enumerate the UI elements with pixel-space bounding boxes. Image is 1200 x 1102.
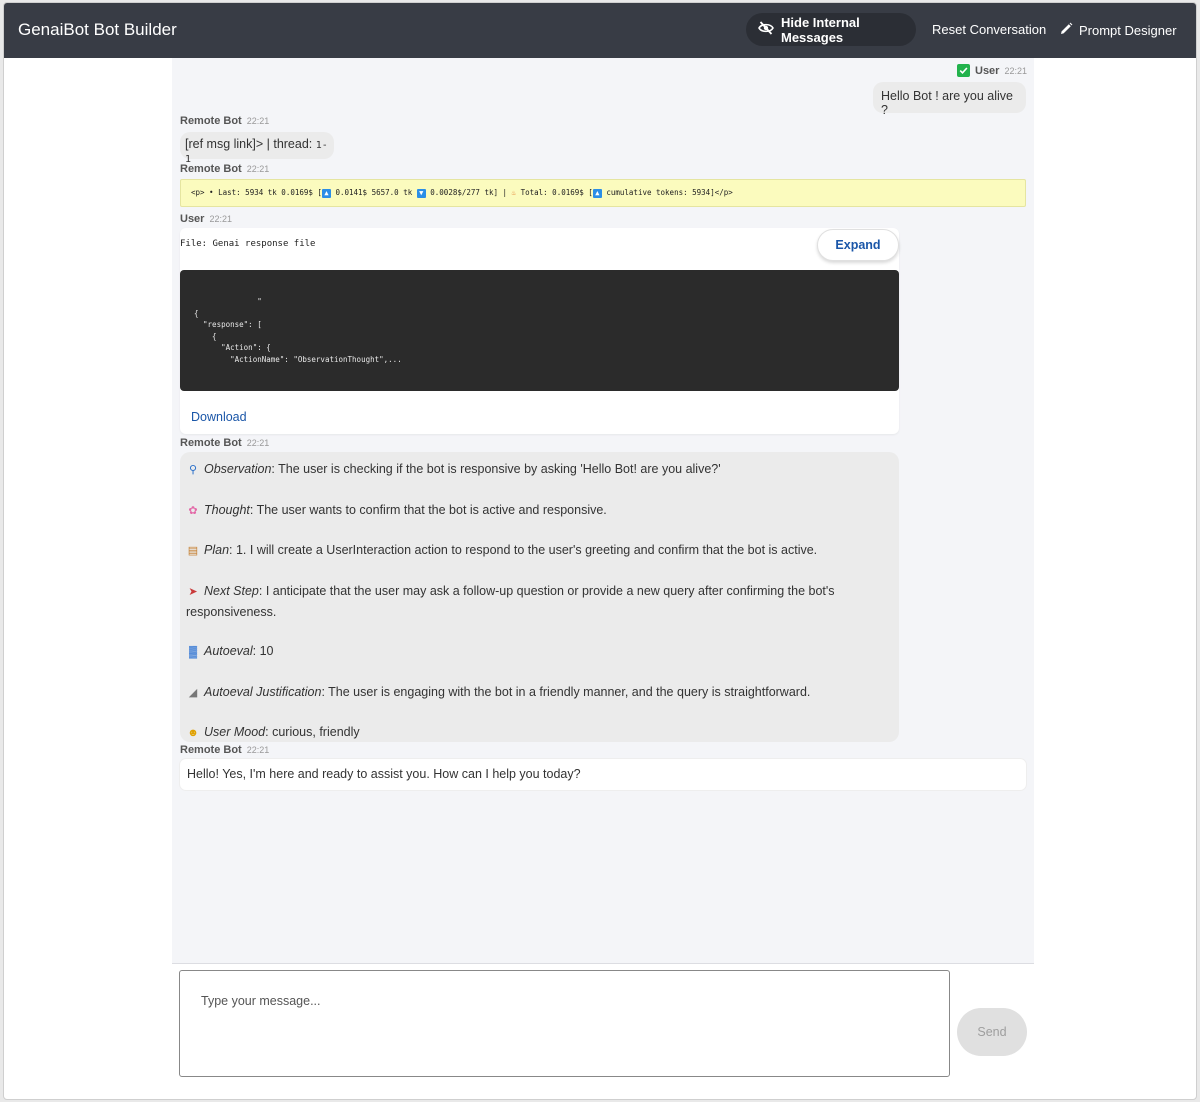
analysis-label: Autoeval Justification <box>204 684 322 699</box>
magnifier-icon: ⚲ <box>188 464 198 476</box>
message-meta: Remote Bot 22:21 <box>180 115 269 127</box>
prompt-designer-label: Prompt Designer <box>1079 23 1177 38</box>
token-output-text: 0.0028$/277 tk] | <box>430 188 512 197</box>
token-input-text: 0.0141$ 5657.0 tk <box>335 188 413 197</box>
app-title: GenaiBot Bot Builder <box>18 20 177 39</box>
hide-internal-messages-label: Hide Internal Messages <box>781 14 860 45</box>
token-usage-bar: <p> • Last: 5934 tk 0.0169$ [▲ 0.0141$ 5… <box>180 179 1026 207</box>
analysis-text: : curious, friendly <box>265 725 360 740</box>
analysis-user-mood: ☻ User Mood: curious, friendly <box>186 723 893 744</box>
message-meta: Remote Bot 22:21 <box>180 437 269 449</box>
file-name: File: Genai response file <box>180 239 316 249</box>
message-input[interactable]: Type your message... <box>179 970 950 1077</box>
message-meta: Remote Bot 22:21 <box>180 163 269 175</box>
brain-icon: ✿ <box>188 504 198 517</box>
top-bar: GenaiBot Bot Builder Hide Internal Messa… <box>4 3 1196 58</box>
message-meta: User 22:21 <box>180 213 232 225</box>
triangle-ruler-icon: ◢ <box>188 686 198 699</box>
analysis-text: : 10 <box>252 644 274 659</box>
sender-name: Remote Bot <box>180 163 242 175</box>
expand-button[interactable]: Expand <box>817 229 899 261</box>
user-message-bubble: Hello Bot ! are you alive ? <box>873 82 1026 117</box>
bot-analysis-bubble: ⚲ Observation: The user is checking if th… <box>180 452 899 742</box>
analysis-text: : 1. I will create a UserInteraction act… <box>229 543 818 558</box>
file-attachment-card: File: Genai response file Expand " { "re… <box>180 228 899 434</box>
app-window: GenaiBot Bot Builder Hide Internal Messa… <box>3 2 1197 1100</box>
smiling-face-icon: ☻ <box>187 727 199 740</box>
analysis-observation: ⚲ Observation: The user is checking if th… <box>186 460 893 481</box>
rocket-icon: ➤ <box>188 585 198 598</box>
analysis-label: Thought <box>204 502 250 517</box>
download-link[interactable]: Download <box>191 410 247 424</box>
analysis-autoeval-justification: ◢ Autoeval Justification: The user is eng… <box>186 683 893 704</box>
reset-conversation-button[interactable]: Reset Conversation <box>932 22 1046 37</box>
analysis-thought: ✿ Thought: The user wants to confirm that… <box>186 501 893 522</box>
message-time: 22:21 <box>1004 65 1027 76</box>
analysis-label: Observation <box>204 462 272 476</box>
arrow-up-icon: ▲ <box>592 188 602 198</box>
analysis-label: Next Step <box>204 583 259 598</box>
bot-reply-bubble: Hello! Yes, I'm here and ready to assist… <box>180 759 1026 790</box>
message-time: 22:21 <box>209 214 232 224</box>
analysis-text: : The user is engaging with the bot in a… <box>321 684 811 699</box>
analysis-label: Plan <box>204 543 230 558</box>
thread-ref-text[interactable]: [ref msg link]> | thread: <box>185 137 316 151</box>
clipboard-icon: ▤ <box>187 545 199 558</box>
message-time: 22:21 <box>246 116 270 126</box>
analysis-text: : The user is checking if the bot is res… <box>271 462 721 476</box>
sender-name: Remote Bot <box>180 744 242 756</box>
sender-name: Remote Bot <box>180 437 242 449</box>
arrow-down-icon: ▼ <box>416 188 426 198</box>
eye-off-icon <box>758 21 774 38</box>
message-meta: User 22:21 <box>957 64 1027 77</box>
chat-panel[interactable]: User 22:21 Hello Bot ! are you alive ? R… <box>172 58 1034 964</box>
token-last-text: <p> • Last: 5934 tk 0.0169$ [ <box>191 188 322 197</box>
analysis-label: User Mood <box>204 725 266 740</box>
bot-thread-bubble: [ref msg link]> | thread: 1-1 <box>180 132 334 165</box>
token-cumulative-text: cumulative tokens: 5934]</p> <box>606 188 733 197</box>
analysis-autoeval: ▓ Autoeval: 10 <box>186 642 893 663</box>
sender-name: Remote Bot <box>180 115 242 127</box>
send-button[interactable]: Send <box>957 1008 1027 1056</box>
pencil-icon <box>1059 22 1073 39</box>
sender-name: User <box>975 64 1000 77</box>
bar-chart-icon: ▓ <box>188 646 198 659</box>
sender-name: User <box>180 213 205 225</box>
analysis-plan: ▤ Plan: 1. I will create a UserInteractio… <box>186 541 893 562</box>
analysis-label: Autoeval <box>204 644 253 659</box>
code-preview: " { "response": [ { "Action": { "ActionN… <box>180 270 899 391</box>
message-time: 22:21 <box>246 745 270 755</box>
checkbox-checked-icon <box>957 64 970 77</box>
message-meta: Remote Bot 22:21 <box>180 744 269 756</box>
message-time: 22:21 <box>246 438 270 448</box>
arrow-up-icon: ▲ <box>321 188 331 198</box>
analysis-text: : The user wants to confirm that the bot… <box>249 502 607 517</box>
token-total-text: Total: 0.0169$ [ <box>520 188 593 197</box>
prompt-designer-button[interactable]: Prompt Designer <box>1059 22 1177 39</box>
analysis-next-step: ➤ Next Step: I anticipate that the user m… <box>186 582 893 623</box>
fire-icon: ♨ <box>511 188 517 197</box>
analysis-text: : I anticipate that the user may ask a f… <box>186 583 835 619</box>
message-time: 22:21 <box>246 164 270 174</box>
composer-divider <box>172 963 1034 964</box>
hide-internal-messages-button[interactable]: Hide Internal Messages <box>746 13 916 46</box>
